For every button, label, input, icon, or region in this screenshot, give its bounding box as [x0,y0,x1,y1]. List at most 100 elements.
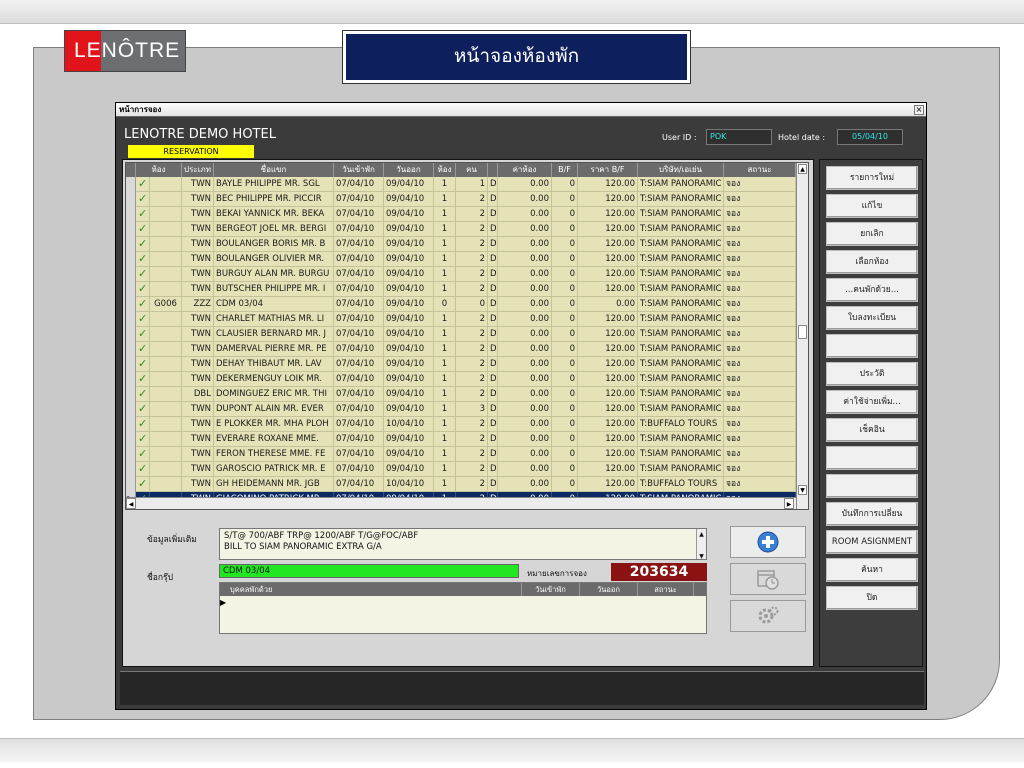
table-row[interactable]: ✓ TWN BERGEOT JOEL MR. BERGI 07/04/10 09/04/… [126,222,796,237]
table-row[interactable]: ✓ TWN DEHAY THIBAUT MR. LAV 07/04/10 09/04/1… [126,357,796,372]
add-button[interactable] [730,526,806,558]
group-name-field[interactable]: CDM 03/04 [219,564,519,578]
row-selector[interactable] [126,297,136,312]
row-selector[interactable] [126,357,136,372]
table-row[interactable]: ✓ TWN DUPONT ALAIN MR. EVER 07/04/10 09/04/1… [126,402,796,417]
action-button-3[interactable]: ยกเลิก [826,222,918,246]
grid-cell-pax: 2 [456,462,488,477]
action-button-11[interactable] [826,446,918,470]
action-button-14[interactable]: ROOM ASIGNMENT [826,530,918,554]
table-row[interactable]: ✓ TWN BOULANGER OLIVIER MR. 07/04/10 09/04/1… [126,252,796,267]
table-row[interactable]: ✓ TWN FERON THERESE MME. FE 07/04/10 09/04/1… [126,447,796,462]
scroll-right-icon[interactable]: ▶ [784,498,794,509]
grid-column-header[interactable] [488,163,498,177]
gear-icon [758,606,779,624]
row-selector[interactable] [126,462,136,477]
settings-button[interactable] [730,600,806,632]
table-row[interactable]: ✓ TWN BAYLE PHILIPPE MR. SGL 07/04/10 09/04/… [126,177,796,192]
grid-column-header[interactable]: วันเข้าพัก [334,163,384,177]
grid-cell-pax: 2 [456,267,488,282]
grid-cell-pax: 2 [456,192,488,207]
table-row[interactable]: ✓ TWN BEKAI YANNICK MR. BEKA 07/04/10 09/04/… [126,207,796,222]
row-selector[interactable] [126,222,136,237]
table-row[interactable]: ✓ DBL DOMINGUEZ ERIC MR. THI 07/04/10 09/04/… [126,387,796,402]
grid-cell-company: T:SIAM PANORAMIC [638,432,724,447]
grid-column-header[interactable]: คน [456,163,488,177]
grid-column-header[interactable]: ห้อง [434,163,456,177]
grid-column-header[interactable]: ราคา B/F [578,163,638,177]
table-row[interactable]: ✓ TWN DEKERMENGUY LOIK MR. 07/04/10 09/04/10… [126,372,796,387]
table-row[interactable]: ✓ TWN E PLOKKER MR. MHA PLOH 07/04/10 10/04/… [126,417,796,432]
action-button-12[interactable] [826,474,918,498]
table-row[interactable]: ✓ TWN BOULANGER BORIS MR. B 07/04/10 09/04/1… [126,237,796,252]
action-button-15[interactable]: ค้นหา [826,558,918,582]
grid-column-header[interactable]: B/F [552,163,578,177]
action-button-16[interactable]: ปิด [826,586,918,610]
action-button-7[interactable] [826,334,918,358]
grid-cell-bfrate: 120.00 [578,417,638,432]
grid-column-header[interactable]: สถานะ [724,163,796,177]
window-titlebar: หน้าการจอง × [116,103,926,117]
row-selector[interactable] [126,447,136,462]
horizontal-scrollbar[interactable]: ◀ ▶ [126,497,796,509]
row-selector[interactable] [126,417,136,432]
grid-column-header[interactable]: วันออก [384,163,434,177]
scroll-thumb[interactable] [798,325,807,339]
row-selector[interactable] [126,327,136,342]
grid-cell-rooms: 1 [434,432,456,447]
grid-column-header[interactable]: บริษัท/เอเย่น [638,163,724,177]
close-icon[interactable]: × [914,105,924,115]
row-selector[interactable] [126,432,136,447]
row-selector[interactable] [126,312,136,327]
table-row[interactable]: ✓ TWN GH HEIDEMANN MR. JGB 07/04/10 10/04/10… [126,477,796,492]
grid-column-header[interactable]: ห้อง [136,163,182,177]
action-button-10[interactable]: เช็คอิน [826,418,918,442]
extra-info-textarea[interactable]: S/T@ 700/ABF TRP@ 1200/ABF T/G@FOC/ABF B… [219,528,707,560]
scroll-left-icon[interactable]: ◀ [126,498,136,509]
row-selector[interactable] [126,342,136,357]
grid-cell-bfrate: 120.00 [578,357,638,372]
grid-column-header[interactable]: ชื่อแขก [214,163,334,177]
grid-cell-rooms: 1 [434,387,456,402]
grid-cell-out: 09/04/10 [384,372,434,387]
row-selector[interactable] [126,402,136,417]
row-selector[interactable] [126,477,136,492]
table-row[interactable]: ✓ TWN BURGUY ALAN MR. BURGU 07/04/10 09/04/1… [126,267,796,282]
grid-column-header[interactable]: ประเภท [182,163,214,177]
row-selector[interactable] [126,372,136,387]
row-selector[interactable] [126,252,136,267]
action-button-4[interactable]: เลือกห้อง [826,250,918,274]
grid-cell-rate: 0.00 [498,372,552,387]
grid-cell-d: D [488,477,498,492]
action-button-13[interactable]: บันทึกการเปลี่ยน [826,502,918,526]
table-row[interactable]: ✓ G006 ZZZ CDM 03/04 07/04/10 09/04/10 0 0 D 0.00… [126,297,796,312]
action-button-5[interactable]: ...คนพักด้วย... [826,278,918,302]
grid-cell-rate: 0.00 [498,222,552,237]
vertical-scrollbar[interactable]: ▲ ▼ [796,163,808,509]
table-row[interactable]: ✓ TWN GAROSCIO PATRICK MR. E 07/04/10 09/04/… [126,462,796,477]
scroll-down-icon[interactable]: ▼ [798,485,807,495]
row-selector[interactable] [126,237,136,252]
memo-scrollbar[interactable]: ▲ ▼ [696,529,706,560]
row-selector[interactable] [126,177,136,192]
action-button-6[interactable]: ใบลงทะเบียน [826,306,918,330]
action-button-1[interactable]: รายการใหม่ [826,166,918,190]
row-selector[interactable] [126,207,136,222]
table-row[interactable]: ✓ TWN BEC PHILIPPE MR. PICCIR 07/04/10 09/04… [126,192,796,207]
action-button-2[interactable]: แก้ไข [826,194,918,218]
row-selector[interactable] [126,267,136,282]
scroll-up-icon[interactable]: ▲ [798,164,807,174]
action-button-8[interactable]: ประวัติ [826,362,918,386]
action-button-9[interactable]: ค่าใช้จ่ายเพิ่ม... [826,390,918,414]
table-row[interactable]: ✓ TWN DAMERVAL PIERRE MR. PE 07/04/10 09/04/… [126,342,796,357]
table-row[interactable]: ✓ TWN CLAUSIER BERNARD MR. J 07/04/10 09/04/… [126,327,796,342]
table-row[interactable]: ✓ TWN EVERARE ROXANE MME. 07/04/10 09/04/10 1… [126,432,796,447]
table-row[interactable]: ✓ TWN CHARLET MATHIAS MR. LI 07/04/10 09/04/… [126,312,796,327]
row-selector[interactable] [126,192,136,207]
grid-cell-status: จอง [724,267,796,282]
row-selector[interactable] [126,282,136,297]
row-selector[interactable] [126,387,136,402]
calendar-button[interactable] [730,563,806,595]
table-row[interactable]: ✓ TWN BUTSCHER PHILIPPE MR. I 07/04/10 09/04… [126,282,796,297]
grid-column-header[interactable]: ค่าห้อง [498,163,552,177]
